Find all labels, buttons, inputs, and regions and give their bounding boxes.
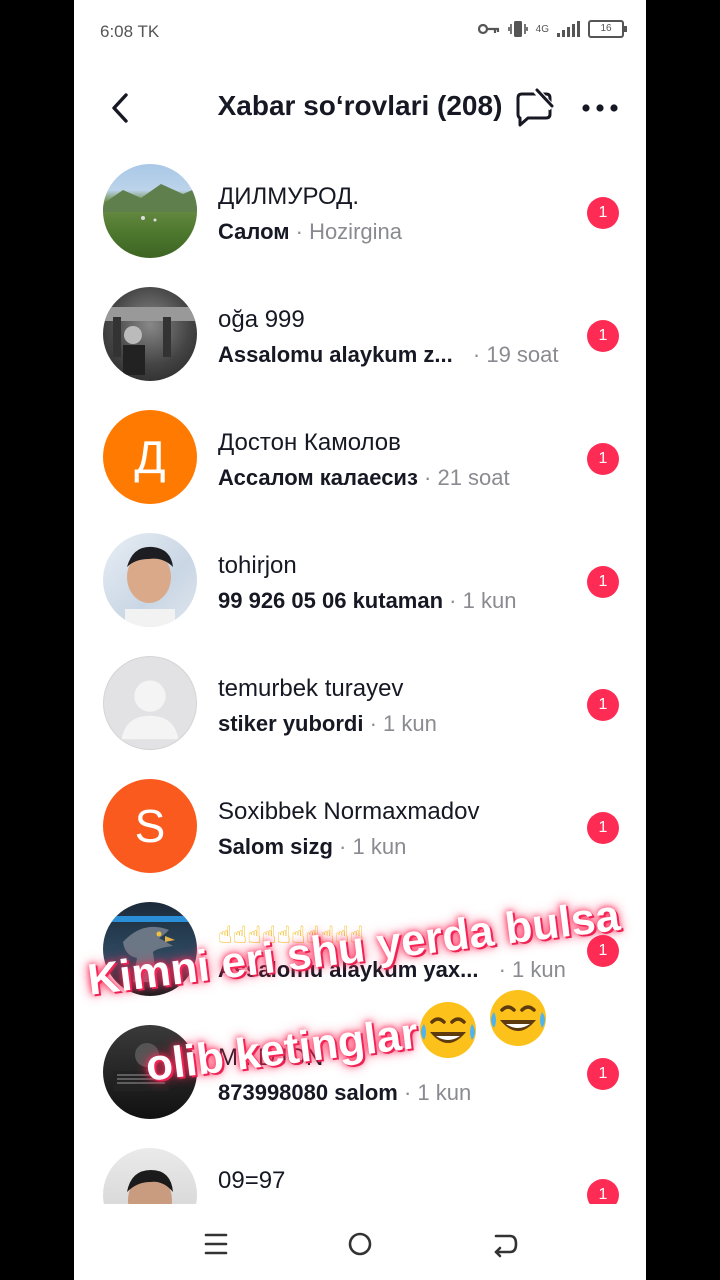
message-preview: Assalomu alaykum z... [218, 342, 453, 367]
contact-name: Soxibbek Normaxmadov [218, 798, 480, 825]
photo-person [125, 546, 175, 627]
message-line: 99 926 05 06 kutaman · 1 kun [218, 588, 516, 614]
list-item[interactable]: tohirjon 99 926 05 06 kutaman · 1 kun 1 [74, 519, 646, 642]
avatar [103, 164, 197, 258]
list-item[interactable]: 09=97 1 [74, 1134, 646, 1204]
avatar [103, 656, 197, 750]
avatar [103, 1148, 197, 1204]
message-line: Салом · Hozirgina [218, 219, 402, 245]
network-type: 4G [535, 23, 549, 35]
unread-badge: 1 [587, 566, 619, 598]
contact-name: oğa 999 [218, 306, 305, 333]
message-preview: Assalomu alaykum yax... [218, 957, 479, 982]
key-icon [477, 23, 499, 35]
message-line: Salom sizg · 1 kun [218, 834, 406, 860]
message-time: · 1 kun [498, 957, 566, 982]
page-title: Xabar so‘rovlari (208) [217, 90, 503, 121]
list-item[interactable]: S Soxibbek Normaxmadov Salom sizg · 1 ku… [74, 765, 646, 888]
message-preview: 99 926 05 06 kutaman [218, 588, 444, 613]
message-time: · 1 kun [369, 711, 437, 736]
message-time: · Hozirgina [295, 219, 402, 244]
message-preview: Ассалом калаесиз [218, 465, 418, 490]
avatar [103, 1025, 197, 1119]
eagle-photo [103, 916, 197, 982]
status-time: 6:08 TK [100, 22, 160, 41]
phone-screen: 6:08 TK 4G 16 Xabar so‘rovlari (208) ДИЛ… [74, 0, 646, 1280]
avatar-letter: S [134, 800, 166, 852]
photo-person [127, 1170, 173, 1204]
message-request-list: ДИЛМУРОД. Салом · Hozirgina 1 oğa 999 As [74, 150, 646, 1204]
message-preview: stiker yubordi [218, 711, 364, 736]
unread-badge: 1 [587, 689, 619, 721]
message-off-icon [516, 87, 555, 127]
contact-name: tohirjon [218, 552, 297, 579]
photo-grayscale [103, 307, 197, 375]
list-item[interactable]: ДИЛМУРОД. Салом · Hozirgina 1 [74, 150, 646, 273]
avatar-letter: Д [134, 431, 166, 483]
avatar [103, 902, 197, 996]
landscape-photo [103, 184, 197, 222]
system-nav-bar [74, 1204, 646, 1280]
unread-badge: 1 [587, 443, 619, 475]
status-bar: 6:08 TK 4G 16 [74, 0, 646, 64]
message-time: · 1 kun [339, 834, 407, 859]
unread-badge: 1 [587, 320, 619, 352]
message-time: · 1 kun [403, 1080, 472, 1105]
header: Xabar so‘rovlari (208) [74, 72, 646, 144]
unread-badge: 1 [587, 1179, 619, 1204]
unread-badge: 1 [587, 197, 619, 229]
contact-name: ☝☝☝☝☝☝☝☝☝☝ [218, 922, 365, 949]
contact-name: 09=97 [218, 1167, 286, 1194]
message-preview: Салом [218, 219, 290, 244]
back-arrow-icon [494, 1234, 518, 1258]
menu-icon [204, 1233, 228, 1255]
message-line: Assalomu alaykum z... · 19 soat [218, 342, 559, 368]
more-horizontal-icon [582, 104, 618, 112]
message-preview: Salom sizg [218, 834, 333, 859]
message-line: Ассалом калаесиз · 21 soat [218, 465, 510, 491]
message-line: 873998080 salom · 1 kun [218, 1080, 471, 1106]
unread-badge: 1 [587, 1058, 619, 1090]
contact-name: Достон Камолов [218, 429, 401, 456]
avatar: S [103, 779, 197, 873]
battery-level: 16 [600, 23, 612, 34]
circle-home-icon [348, 1232, 372, 1256]
list-item[interactable]: M...DJON 873998080 salom · 1 kun 1 [74, 1011, 646, 1134]
list-item[interactable]: ☝☝☝☝☝☝☝☝☝☝ Assalomu alaykum yax... · 1 k… [74, 888, 646, 1011]
avatar: Д [103, 410, 197, 504]
message-line: Assalomu alaykum yax... · 1 kun [218, 957, 566, 983]
message-filter-button[interactable] [512, 86, 556, 130]
message-line: stiker yubordi · 1 kun [218, 711, 437, 737]
more-button[interactable] [580, 90, 620, 126]
nav-home-button[interactable] [340, 1226, 380, 1262]
list-item[interactable]: oğa 999 Assalomu alaykum z... · 19 soat … [74, 273, 646, 396]
message-preview: 873998080 salom [218, 1080, 398, 1105]
unread-badge: 1 [587, 935, 619, 967]
nav-back-button[interactable] [484, 1226, 524, 1262]
message-time: · 19 soat [472, 342, 559, 367]
message-time: · 1 kun [449, 588, 517, 613]
default-avatar-icon [121, 680, 179, 740]
battery-icon: 16 [588, 20, 627, 38]
list-item[interactable]: temurbek turayev stiker yubordi · 1 kun … [74, 642, 646, 765]
avatar [103, 287, 197, 381]
list-item[interactable]: Д Достон Камолов Ассалом калаесиз · 21 s… [74, 396, 646, 519]
contact-name: temurbek turayev [218, 675, 404, 702]
status-icons: 4G 16 [477, 20, 627, 38]
photo-dark [113, 1043, 169, 1091]
contact-name: M...DJON [218, 1044, 324, 1071]
message-time: · 21 soat [424, 465, 510, 490]
signal-icon [557, 21, 580, 37]
contact-name: ДИЛМУРОД. [218, 183, 360, 210]
vibrate-icon [507, 21, 528, 37]
nav-menu-button[interactable] [196, 1226, 236, 1262]
unread-badge: 1 [587, 812, 619, 844]
avatar [103, 533, 197, 627]
